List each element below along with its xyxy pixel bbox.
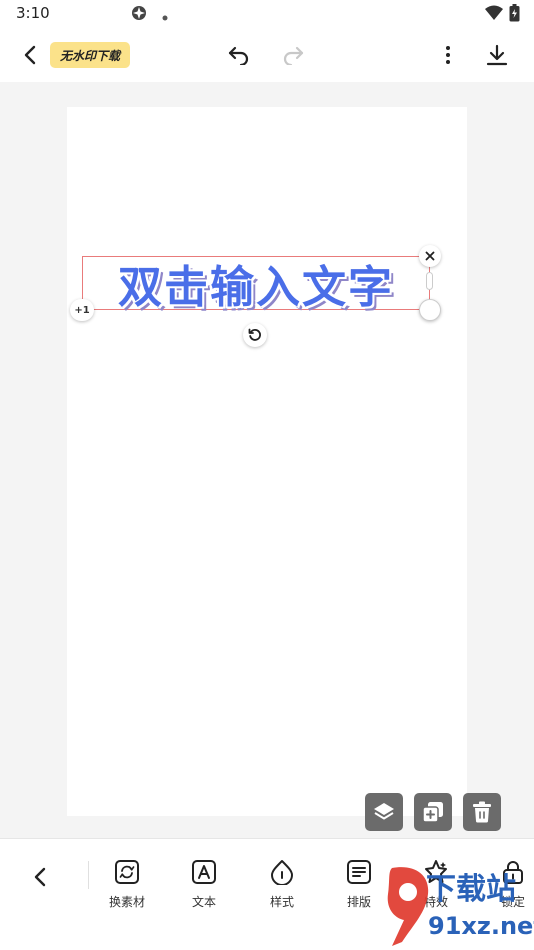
design-canvas[interactable]: [67, 107, 467, 816]
tool-label: 换素材: [108, 895, 145, 909]
no-watermark-download-button[interactable]: 无水印下载: [50, 42, 131, 68]
undo-button[interactable]: [224, 40, 254, 70]
tool-label: 样式: [269, 895, 294, 909]
status-left-icons: [130, 4, 168, 26]
more-vertical-icon: [446, 46, 450, 64]
undo-icon: [228, 46, 249, 65]
top-toolbar: 无水印下载: [0, 28, 534, 82]
duplicate-button[interactable]: [414, 793, 452, 831]
dot-icon: [162, 6, 168, 25]
site-watermark: 下载站 91xz.net: [384, 862, 534, 950]
more-options-button[interactable]: [433, 40, 463, 70]
tool-text[interactable]: 文本: [174, 859, 234, 910]
download-icon: [486, 44, 508, 66]
text-element-content[interactable]: 双击输入文字: [83, 257, 429, 313]
selected-text-element[interactable]: 双击输入文字: [82, 256, 430, 313]
status-right-icons: [485, 4, 520, 26]
wifi-icon: [485, 5, 503, 25]
editor-screen: 3:10 无水印下载 双击输入文字 +1 换素材 文本 样式 排版 特效 锁定 …: [0, 0, 534, 950]
duplicate-icon: [422, 802, 443, 823]
scale-handle[interactable]: [419, 299, 441, 321]
bottom-back-button[interactable]: [26, 863, 54, 891]
tool-style[interactable]: 样式: [252, 859, 312, 910]
layers-button[interactable]: [365, 793, 403, 831]
close-icon: [425, 251, 435, 261]
delete-button[interactable]: [463, 793, 501, 831]
tool-replace-material[interactable]: 换素材: [97, 859, 157, 910]
chevron-left-icon: [24, 45, 36, 65]
watermark-title: 下载站: [426, 872, 516, 907]
style-icon: [269, 859, 295, 885]
layers-icon: [374, 803, 394, 820]
tool-layout[interactable]: 排版: [329, 859, 389, 910]
delete-element-handle[interactable]: [419, 245, 441, 267]
tool-label: 排版: [346, 895, 371, 909]
resize-width-handle[interactable]: [426, 272, 433, 290]
chevron-left-icon: [34, 867, 46, 887]
download-button[interactable]: [482, 40, 512, 70]
redo-icon: [283, 46, 304, 65]
replace-icon: [114, 859, 140, 885]
watermark-url: 91xz.net: [428, 912, 534, 940]
sync-icon: [130, 4, 148, 26]
layer-up-handle[interactable]: +1: [70, 299, 94, 321]
battery-icon: [509, 4, 520, 26]
status-bar: 3:10: [0, 0, 534, 28]
back-button[interactable]: [15, 40, 45, 70]
rotate-handle[interactable]: [243, 323, 267, 347]
tool-label: 文本: [191, 895, 216, 909]
text-icon: [191, 859, 217, 885]
toolbar-divider: [88, 861, 89, 889]
redo-button[interactable]: [278, 40, 308, 70]
rotate-icon: [248, 328, 261, 341]
status-time: 3:10: [16, 4, 50, 22]
canvas-workspace: [0, 82, 534, 838]
trash-icon: [473, 801, 491, 823]
layout-icon: [346, 859, 372, 885]
